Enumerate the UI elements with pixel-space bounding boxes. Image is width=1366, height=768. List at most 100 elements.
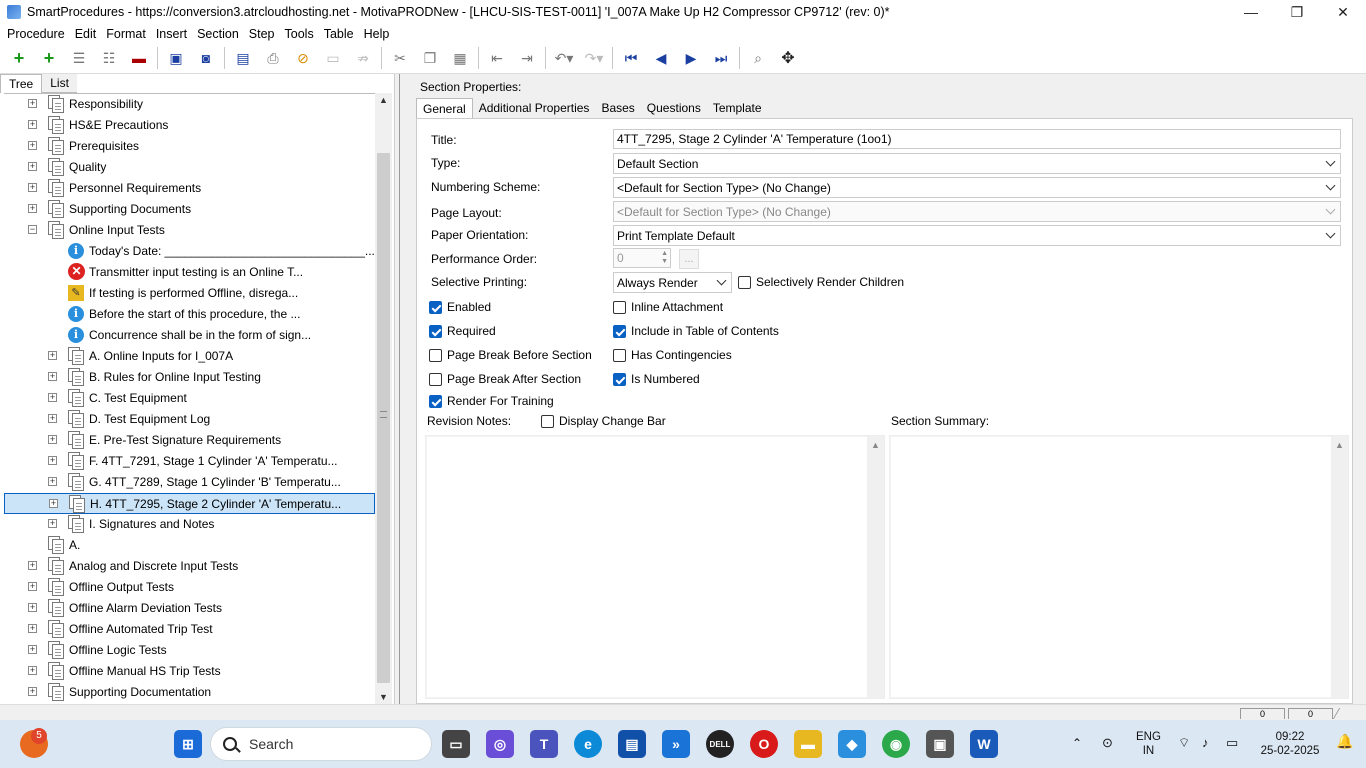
menu-edit[interactable]: Edit: [70, 27, 102, 41]
checkbox-box[interactable]: [429, 300, 442, 314]
expand-icon[interactable]: +: [28, 645, 37, 654]
move-icon[interactable]: ✥: [777, 47, 799, 69]
tree-item[interactable]: + Prerequisites: [4, 136, 375, 157]
expand-icon[interactable]: +: [48, 456, 57, 465]
word-icon[interactable]: W: [970, 730, 998, 758]
tree-item[interactable]: + Offline Logic Tests: [4, 640, 375, 661]
scroll-up-icon[interactable]: ▲: [1335, 440, 1344, 450]
tree-item[interactable]: i Concurrence shall be in the form of sig…: [4, 325, 375, 346]
tab-additional-properties[interactable]: Additional Properties: [473, 98, 596, 118]
selectively-render-children-checkbox[interactable]: Selectively Render Children: [738, 275, 904, 289]
expand-icon[interactable]: +: [48, 351, 57, 360]
maximize-button[interactable]: ❐: [1274, 0, 1320, 24]
chevron-up-icon[interactable]: ⌃: [1072, 736, 1082, 750]
add-icon[interactable]: +: [8, 47, 30, 69]
checkbox-box[interactable]: [613, 300, 626, 314]
tree-item[interactable]: + D. Test Equipment Log: [4, 409, 375, 430]
expand-icon[interactable]: +: [28, 561, 37, 570]
expand-icon[interactable]: +: [28, 582, 37, 591]
section-summary-textarea[interactable]: ▲: [889, 435, 1349, 699]
clock[interactable]: 09:22 25-02-2025: [1258, 730, 1322, 758]
file-explorer-icon[interactable]: ▬: [794, 730, 822, 758]
redirect-icon[interactable]: ⇏: [352, 47, 374, 69]
checkbox-box[interactable]: [613, 372, 626, 386]
has-contingencies-checkbox[interactable]: Has Contingencies: [613, 348, 732, 362]
store-icon[interactable]: ▤: [618, 730, 646, 758]
tree-item[interactable]: + Supporting Documentation: [4, 682, 375, 703]
tab-tree[interactable]: Tree: [0, 74, 43, 93]
display-change-bar-checkbox[interactable]: Display Change Bar: [541, 414, 666, 428]
tree-item[interactable]: + C. Test Equipment: [4, 388, 375, 409]
tree-item[interactable]: A.: [4, 535, 375, 556]
checkbox-box[interactable]: [429, 348, 442, 362]
find-icon[interactable]: ⌕: [747, 47, 769, 69]
task-view-icon[interactable]: ▭: [442, 730, 470, 758]
revision-notes-textarea[interactable]: ▲: [425, 435, 885, 699]
copilot-icon[interactable]: ◎: [486, 730, 514, 758]
next-icon[interactable]: ▶: [680, 47, 702, 69]
delete-icon[interactable]: ▬: [128, 47, 150, 69]
render-for-training-checkbox[interactable]: Render For Training: [429, 394, 554, 408]
selective-printing-select[interactable]: Always Render: [613, 272, 732, 293]
copy-icon[interactable]: ❐: [419, 47, 441, 69]
scroll-thumb[interactable]: [377, 153, 390, 683]
tree-item[interactable]: + A. Online Inputs for I_007A: [4, 346, 375, 367]
tree-item[interactable]: + Offline Alarm Deviation Tests: [4, 598, 375, 619]
tree-item[interactable]: + Offline Manual HS Trip Tests: [4, 661, 375, 682]
list-indent-icon[interactable]: ☷: [98, 47, 120, 69]
expand-icon[interactable]: +: [28, 603, 37, 612]
teams-icon[interactable]: T: [530, 730, 558, 758]
minimize-button[interactable]: —: [1228, 0, 1274, 24]
expand-icon[interactable]: +: [28, 120, 37, 129]
list-icon[interactable]: ☰: [68, 47, 90, 69]
tree-item[interactable]: ✎ If testing is performed Offline, disreg…: [4, 283, 375, 304]
tree-scrollbar[interactable]: ▲ ▼: [375, 93, 392, 704]
opera-icon[interactable]: O: [750, 730, 778, 758]
print-icon[interactable]: ⎙: [262, 47, 284, 69]
save-all-icon[interactable]: ▣: [165, 47, 187, 69]
tab-general[interactable]: General: [416, 98, 473, 118]
expand-icon[interactable]: +: [48, 372, 57, 381]
tab-template[interactable]: Template: [707, 98, 768, 118]
expand-icon[interactable]: +: [28, 162, 37, 171]
close-button[interactable]: ✕: [1320, 0, 1366, 24]
checkbox-box[interactable]: [429, 372, 442, 386]
remote-desktop-icon[interactable]: ▣: [926, 730, 954, 758]
windows-start-icon[interactable]: ⊞: [174, 730, 202, 758]
tree-item[interactable]: + Supporting Documents: [4, 199, 375, 220]
section-summary-scrollbar[interactable]: ▲: [1331, 436, 1348, 698]
numbering-scheme-select[interactable]: <Default for Section Type> (No Change): [613, 177, 1341, 198]
page-break-before-checkbox[interactable]: Page Break Before Section: [429, 348, 592, 362]
expand-icon[interactable]: +: [28, 624, 37, 633]
expand-icon[interactable]: +: [28, 204, 37, 213]
undo-icon[interactable]: ↶▾: [553, 47, 575, 69]
checkbox-box[interactable]: [541, 414, 554, 428]
checkbox-box[interactable]: [613, 324, 626, 338]
include-toc-checkbox[interactable]: Include in Table of Contents: [613, 324, 779, 338]
expand-icon[interactable]: +: [48, 477, 57, 486]
network-status-icon[interactable]: ⊙: [1102, 736, 1113, 750]
checkbox-box[interactable]: [613, 348, 626, 362]
expand-icon[interactable]: +: [48, 519, 57, 528]
export-icon[interactable]: ▤: [232, 47, 254, 69]
redo-icon[interactable]: ↷▾: [583, 47, 605, 69]
expand-icon[interactable]: +: [28, 687, 37, 696]
paper-orientation-select[interactable]: Print Template Default: [613, 225, 1341, 246]
smartprocedures-icon[interactable]: ◆: [838, 730, 866, 758]
tree-item[interactable]: + G. 4TT_7289, Stage 1 Cylinder 'B' Tempe…: [4, 472, 375, 493]
is-numbered-checkbox[interactable]: Is Numbered: [613, 372, 700, 386]
tab-questions[interactable]: Questions: [641, 98, 707, 118]
indent-icon[interactable]: ⇥: [516, 47, 538, 69]
notification-bell-icon[interactable]: 🔔: [1336, 734, 1353, 748]
cut-icon[interactable]: ✂: [389, 47, 411, 69]
battery-icon[interactable]: ▭: [1226, 736, 1238, 750]
tree-item[interactable]: i Before the start of this procedure, the…: [4, 304, 375, 325]
tree-item[interactable]: + I. Signatures and Notes: [4, 514, 375, 535]
resize-grip[interactable]: [1332, 708, 1366, 719]
tree-item[interactable]: + Quality: [4, 157, 375, 178]
collapse-icon[interactable]: −: [28, 225, 37, 234]
inline-attachment-checkbox[interactable]: Inline Attachment: [613, 300, 723, 314]
tree-item-selected[interactable]: + H. 4TT_7295, Stage 2 Cylinder 'A' Tempe…: [4, 493, 375, 514]
tree-item[interactable]: + Responsibility: [4, 94, 375, 115]
power-automate-icon[interactable]: »: [662, 730, 690, 758]
